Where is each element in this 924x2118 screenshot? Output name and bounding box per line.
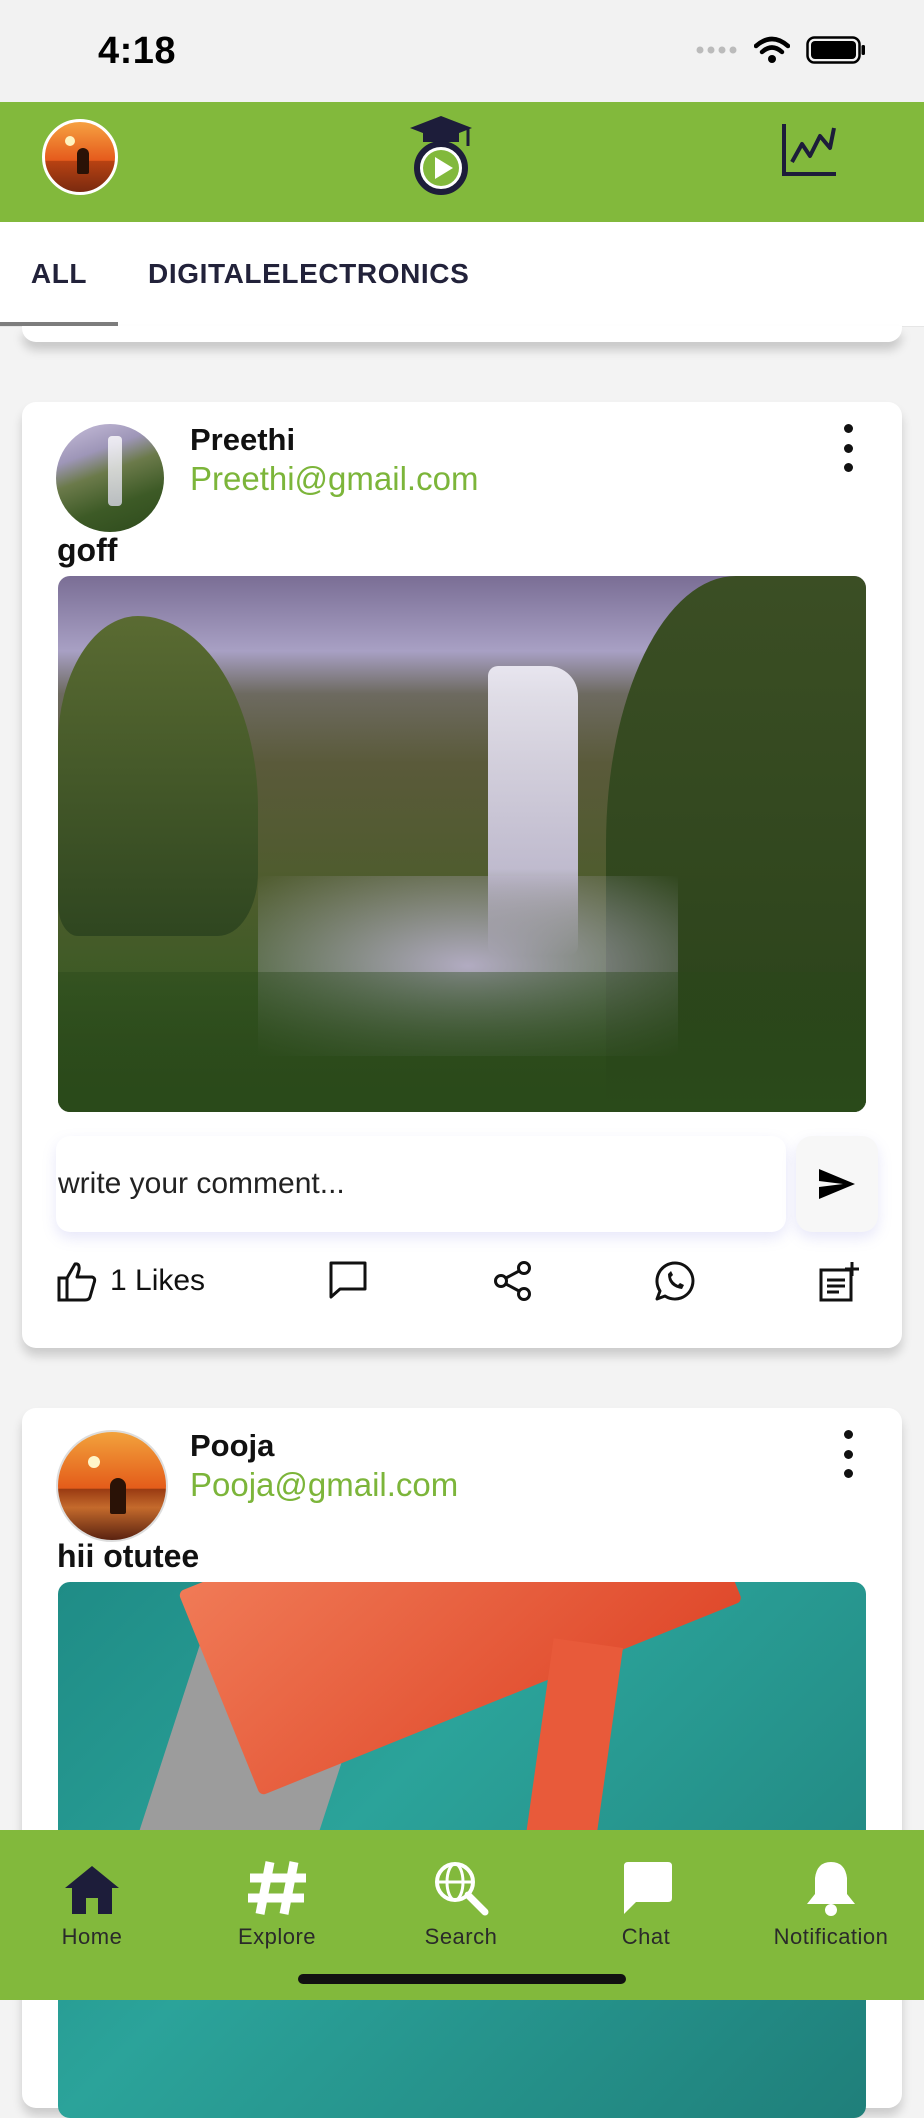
add-note-icon [819,1262,859,1302]
signal-icon [696,46,737,54]
more-options-icon[interactable] [838,1430,858,1478]
comment-icon [329,1261,367,1299]
post-author-email: Preethi@gmail.com [190,460,479,497]
tab-all[interactable]: ALL [0,222,118,326]
nav-notification-label: Notification [773,1924,889,1949]
post-author-avatar[interactable] [56,1430,168,1542]
post-author-avatar[interactable] [56,424,164,532]
globe-search-icon [435,1862,489,1916]
nav-search[interactable]: Search [369,1830,553,1950]
post-author-email: Pooja@gmail.com [190,1466,459,1503]
battery-icon [806,36,865,64]
profile-avatar[interactable] [42,119,118,195]
add-note-button[interactable] [818,1260,860,1302]
status-bar: 4:18 [0,0,924,102]
status-time: 4:18 [98,30,177,72]
whatsapp-icon [655,1261,695,1301]
status-icons [696,36,866,64]
comment-input[interactable] [58,1136,778,1232]
post-author-name: Pooja [190,1428,275,1463]
post-image[interactable] [58,576,866,1112]
post-caption: goff [57,532,118,568]
comment-box [56,1136,786,1232]
chat-bubble-icon [624,1862,672,1914]
send-button[interactable] [796,1136,878,1232]
whatsapp-button[interactable] [654,1260,696,1302]
send-icon [819,1169,855,1199]
nav-search-label: Search [424,1924,498,1949]
nav-explore[interactable]: Explore [185,1830,369,1950]
previous-post-card [22,326,902,342]
app-header [0,102,924,222]
nav-explore-label: Explore [237,1924,317,1949]
nav-chat-label: Chat [621,1924,671,1949]
wifi-icon [754,36,790,63]
more-options-icon[interactable] [838,424,858,472]
home-indicator [298,1974,626,1984]
post-actions: 1 Likes [22,1260,902,1320]
hashtag-icon [248,1861,306,1915]
nav-home[interactable]: Home [0,1830,184,1950]
home-icon [65,1866,119,1914]
line-chart-icon[interactable] [780,122,838,178]
share-button[interactable] [492,1260,534,1302]
bell-icon [807,1862,855,1916]
like-button[interactable]: 1 Likes [56,1260,205,1302]
nav-home-label: Home [61,1924,123,1949]
graduation-play-logo [410,116,472,195]
tab-digitalelectronics[interactable]: DIGITALELECTRONICS [148,222,469,326]
tab-bar: ALL DIGITALELECTRONICS [0,222,924,327]
post-card: Preethi Preethi@gmail.com goff 1 Likes [22,402,902,1348]
likes-count: 1 Likes [110,1264,206,1297]
post-card: Pooja Pooja@gmail.com hii otutee [22,1408,902,2118]
comment-button[interactable] [328,1260,368,1300]
post-author-name: Preethi [190,422,296,457]
nav-chat[interactable]: Chat [554,1830,738,1950]
share-icon [494,1261,531,1301]
post-caption: hii otutee [57,1538,200,1574]
nav-notification[interactable]: Notification [739,1830,923,1950]
thumbs-up-icon [57,1262,97,1302]
